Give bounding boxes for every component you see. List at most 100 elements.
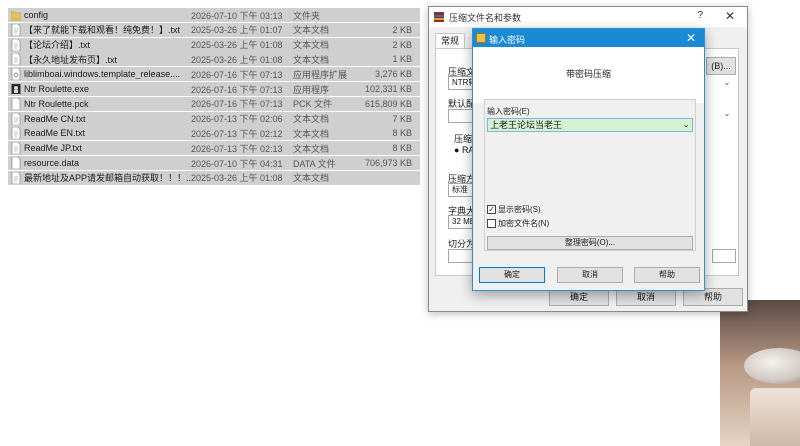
file-type: 文本文档 [293, 114, 330, 125]
file-date: 2026-07-13 下午 02:06 [191, 114, 283, 125]
file-date: 2026-07-16 下午 07:13 [191, 84, 283, 95]
file-type: DATA 文件 [293, 158, 336, 169]
file-name: ReadMe CN.txt [24, 113, 86, 124]
file-size: 8 KB [392, 143, 412, 154]
file-size: 706,973 KB [364, 158, 412, 168]
file-size: 3,276 KB [374, 69, 412, 80]
file-size: 1 KB [392, 54, 412, 65]
encrypt-names-check-icon [487, 219, 496, 228]
password-help-button[interactable]: 帮助 [634, 267, 700, 283]
file-date: 2026-07-10 下午 03:13 [191, 10, 283, 21]
archive-close-icon[interactable]: ✕ [725, 9, 735, 23]
file-name: resource.data [24, 158, 80, 168]
encrypt-names-checkbox[interactable]: 加密文件名(N) [487, 218, 549, 229]
file-row[interactable]: 【永久地址发布页】.txt 2025-03-26 上午 01:08 文本文档 1 KB [8, 52, 420, 67]
file-type: 文件夹 [293, 10, 321, 21]
file-name: Ntr Roulette.exe [24, 84, 90, 94]
blank-file-icon [11, 97, 21, 110]
file-row[interactable]: ReadMe EN.txt 2026-07-13 下午 02:12 文本文档 8 KB [8, 126, 420, 141]
text-file-icon [11, 23, 21, 36]
file-row[interactable]: Ntr Roulette.exe 2026-07-16 下午 07:13 应用程序 1… [8, 82, 420, 96]
file-date: 2025-03-26 上午 01:08 [191, 54, 283, 65]
file-type: 文本文档 [293, 54, 330, 65]
wallpaper-saucer [744, 348, 800, 384]
desktop-wallpaper [720, 300, 800, 446]
file-list: config 2026-07-10 下午 03:13 文件夹 【来了就能下载和观看！纯… [0, 0, 428, 190]
file-name: ReadMe EN.txt [24, 128, 86, 139]
dll-file-icon [11, 68, 21, 81]
tab-general[interactable]: 常规 [435, 33, 465, 49]
password-group: 输入密码(E) 上老王论坛当老王 ⌄ ✓ 显示密码(S) 加密文件名(N) 整理… [484, 99, 696, 251]
file-type: 文本文档 [293, 40, 330, 51]
file-name: config [24, 10, 49, 20]
file-name: 【来了就能下载和观看！纯免费！】.txt [24, 25, 181, 36]
split-unit-select[interactable] [712, 249, 736, 263]
file-name: Ntr Roulette.pck [24, 98, 89, 109]
organize-passwords-button[interactable]: 整理密码(O)... [487, 236, 693, 250]
enter-password-label: 输入密码(E) [487, 107, 530, 116]
file-name: ReadMe JP.txt [24, 143, 82, 154]
file-row[interactable]: ReadMe JP.txt 2026-07-13 下午 02:13 文本文档 8 KB [8, 141, 420, 156]
file-size: 8 KB [392, 128, 412, 139]
exe-file-icon [11, 83, 21, 95]
password-dialog-title: 输入密码 [489, 35, 526, 45]
file-row[interactable]: resource.data 2026-07-10 下午 04:31 DATA 文件 7… [8, 156, 420, 170]
file-row[interactable]: 【来了就能下载和观看！纯免费！】.txt 2025-03-26 上午 01:07 文… [8, 22, 420, 37]
file-date: 2026-07-16 下午 07:13 [191, 69, 283, 80]
text-file-icon [11, 171, 21, 184]
file-row[interactable]: 【论坛介绍】.txt 2025-03-26 上午 01:08 文本文档 2 KB [8, 37, 420, 52]
file-row[interactable]: liblimboai.windows.template_release.... 2… [8, 67, 420, 82]
file-size: 7 KB [392, 113, 412, 124]
password-dropdown-icon[interactable]: ⌄ [680, 119, 692, 131]
profile-dropdown-icon[interactable]: ⌄ [720, 107, 734, 121]
archive-dialog-title: 压缩文件名和参数 [449, 13, 522, 23]
text-file-icon [11, 38, 21, 51]
text-file-icon [11, 127, 21, 140]
file-type: 应用程序 [293, 84, 330, 95]
file-row[interactable]: 最新地址及APP请发邮箱自动获取！！！... 2025-03-26 上午 01:0… [8, 170, 420, 185]
archive-name-dropdown-icon[interactable]: ⌄ [720, 76, 734, 90]
browse-button[interactable]: (B)... [706, 57, 736, 75]
file-name: 最新地址及APP请发邮箱自动获取！！！... [24, 173, 192, 184]
file-date: 2026-07-13 下午 02:12 [191, 128, 283, 139]
file-type: 文本文档 [293, 143, 330, 154]
winrar-app-icon [433, 11, 445, 23]
file-type: 文本文档 [293, 128, 330, 139]
folder-icon [11, 9, 21, 21]
password-header: 带密码压缩 [473, 47, 704, 103]
show-password-checkbox[interactable]: ✓ 显示密码(S) [487, 204, 541, 215]
show-password-label: 显示密码(S) [498, 205, 541, 214]
password-input[interactable]: 上老王论坛当老王 ⌄ [487, 118, 693, 132]
file-name: 【论坛介绍】.txt [24, 40, 91, 51]
file-date: 2025-03-26 上午 01:08 [191, 40, 283, 51]
password-header-title: 带密码压缩 [565, 69, 611, 79]
file-date: 2026-07-16 下午 07:13 [191, 99, 283, 110]
password-close-icon[interactable]: ✕ [686, 31, 696, 45]
encrypt-names-label: 加密文件名(N) [498, 219, 550, 228]
file-date: 2026-07-10 下午 04:31 [191, 158, 283, 169]
file-row[interactable]: config 2026-07-10 下午 03:13 文件夹 [8, 8, 420, 22]
password-dialog-icon [476, 33, 486, 43]
file-type: 文本文档 [293, 25, 330, 36]
archive-titlebar: 压缩文件名和参数 ? ✕ [429, 7, 747, 27]
file-date: 2025-03-26 上午 01:07 [191, 25, 283, 36]
file-row[interactable]: ReadMe CN.txt 2026-07-13 下午 02:06 文本文档 7 KB [8, 111, 420, 126]
text-file-icon [11, 142, 21, 155]
file-row[interactable]: Ntr Roulette.pck 2026-07-16 下午 07:13 PCK 文… [8, 96, 420, 111]
password-value: 上老王论坛当老王 [490, 120, 563, 130]
password-dialog: 输入密码 ✕ 带密码压缩 输入密码(E) 上老王论坛当老王 ⌄ ✓ 显示密码(S… [472, 28, 705, 291]
file-name: 【永久地址发布页】.txt [24, 54, 118, 65]
file-type: PCK 文件 [293, 99, 333, 110]
show-password-check-icon: ✓ [487, 205, 496, 214]
archive-help-icon[interactable]: ? [697, 10, 703, 21]
archive-format-label: 压缩 [454, 134, 473, 144]
password-cancel-button[interactable]: 取消 [557, 267, 623, 283]
file-size: 102,331 KB [364, 84, 412, 94]
file-size: 615,809 KB [364, 98, 412, 109]
file-name: liblimboai.windows.template_release.... [24, 69, 181, 80]
file-date: 2026-07-13 下午 02:13 [191, 143, 283, 154]
password-ok-button[interactable]: 确定 [479, 267, 545, 283]
file-date: 2025-03-26 上午 01:08 [191, 173, 283, 184]
blank-file-icon [11, 157, 21, 169]
file-type: 文本文档 [293, 173, 330, 184]
